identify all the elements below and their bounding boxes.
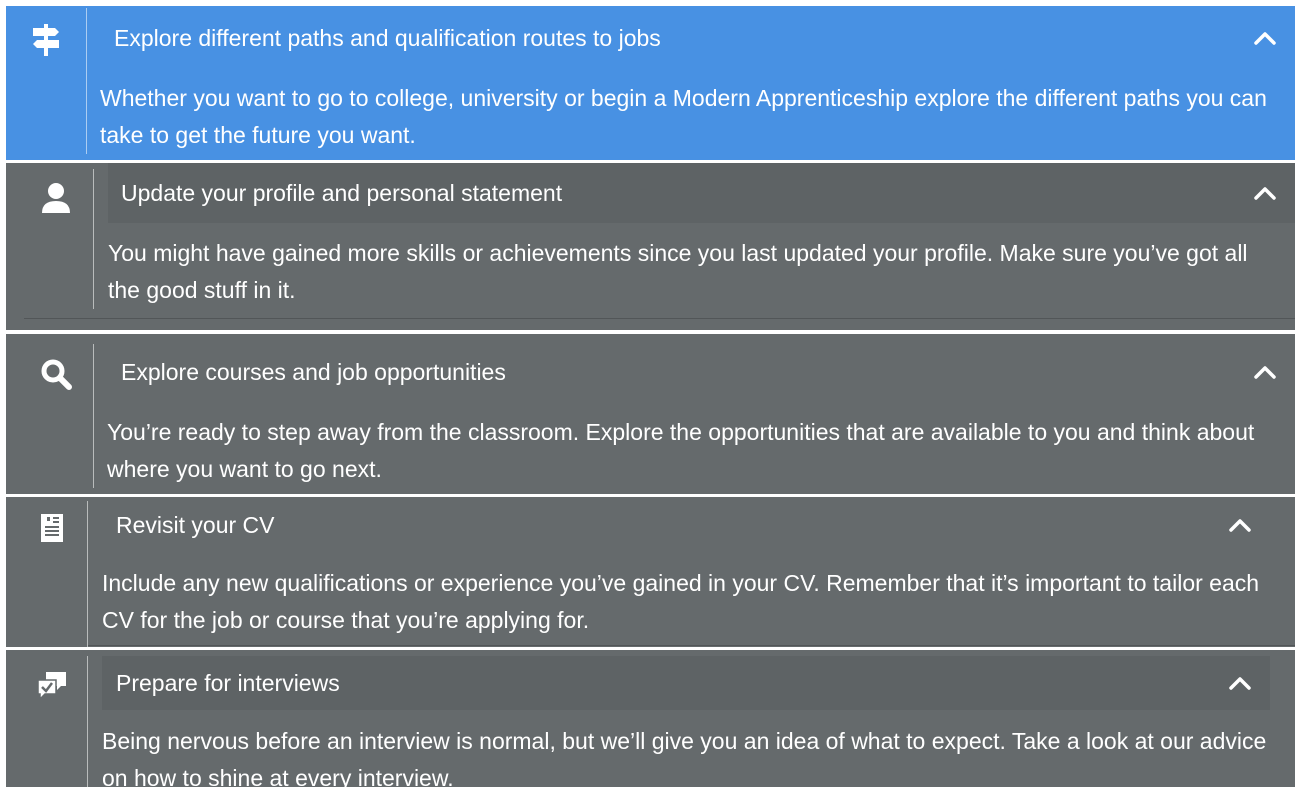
accordion-title: Explore different paths and qualificatio…	[114, 24, 661, 51]
accordion-body: You might have gained more skills or ach…	[108, 240, 1248, 303]
chevron-up-icon[interactable]	[1253, 364, 1277, 380]
chevron-up-icon[interactable]	[1228, 675, 1252, 691]
panel-divider	[93, 169, 94, 309]
chevron-up-icon[interactable]	[1253, 185, 1277, 201]
accordion-body: Include any new qualifications or experi…	[102, 570, 1260, 633]
accordion-panel-paths: Explore different paths and qualificatio…	[6, 6, 1295, 160]
panel-divider	[93, 344, 94, 488]
chat-check-icon	[37, 672, 66, 700]
icon-column	[6, 514, 98, 542]
accordion-body: Whether you want to go to college, unive…	[100, 85, 1267, 148]
panel-rule	[88, 645, 1295, 646]
search-icon	[41, 359, 72, 390]
icon-column	[6, 358, 106, 390]
accordion-header-courses[interactable]: Explore courses and job opportunities	[121, 342, 1295, 402]
panel-divider	[86, 8, 87, 154]
accordion-title: Update your profile and personal stateme…	[121, 179, 563, 206]
icon-column	[6, 670, 98, 700]
accordion-header-cv[interactable]: Revisit your CV	[116, 497, 1270, 553]
accordion-panel-courses: Explore courses and job opportunities Yo…	[6, 334, 1295, 494]
accordion-header-interviews[interactable]: Prepare for interviews	[102, 656, 1270, 710]
accordion-header-profile[interactable]: Update your profile and personal stateme…	[108, 163, 1295, 223]
accordion-title: Revisit your CV	[116, 511, 275, 538]
accordion-title: Prepare for interviews	[116, 669, 340, 696]
chevron-up-icon[interactable]	[1228, 517, 1252, 533]
panel-divider	[87, 656, 88, 787]
icon-column	[6, 24, 86, 56]
chevron-up-icon[interactable]	[1253, 30, 1277, 46]
signpost-icon	[33, 24, 59, 56]
accordion-panel-interviews: Prepare for interviews Being nervous bef…	[6, 650, 1295, 787]
accordion-header-paths[interactable]: Explore different paths and qualificatio…	[114, 6, 1295, 70]
accordion-panel-profile: Update your profile and personal stateme…	[6, 163, 1295, 330]
accordion-panel-cv: Revisit your CV Include any new qualific…	[6, 497, 1295, 647]
icon-column	[6, 182, 106, 214]
panel-divider	[87, 501, 88, 647]
document-icon	[41, 514, 63, 542]
user-icon	[42, 183, 70, 213]
accordion-body: Being nervous before an interview is nor…	[102, 728, 1267, 787]
accordion-body: You’re ready to step away from the class…	[107, 419, 1255, 482]
panel-rule	[24, 318, 1295, 319]
accordion-title: Explore courses and job opportunities	[121, 358, 506, 385]
